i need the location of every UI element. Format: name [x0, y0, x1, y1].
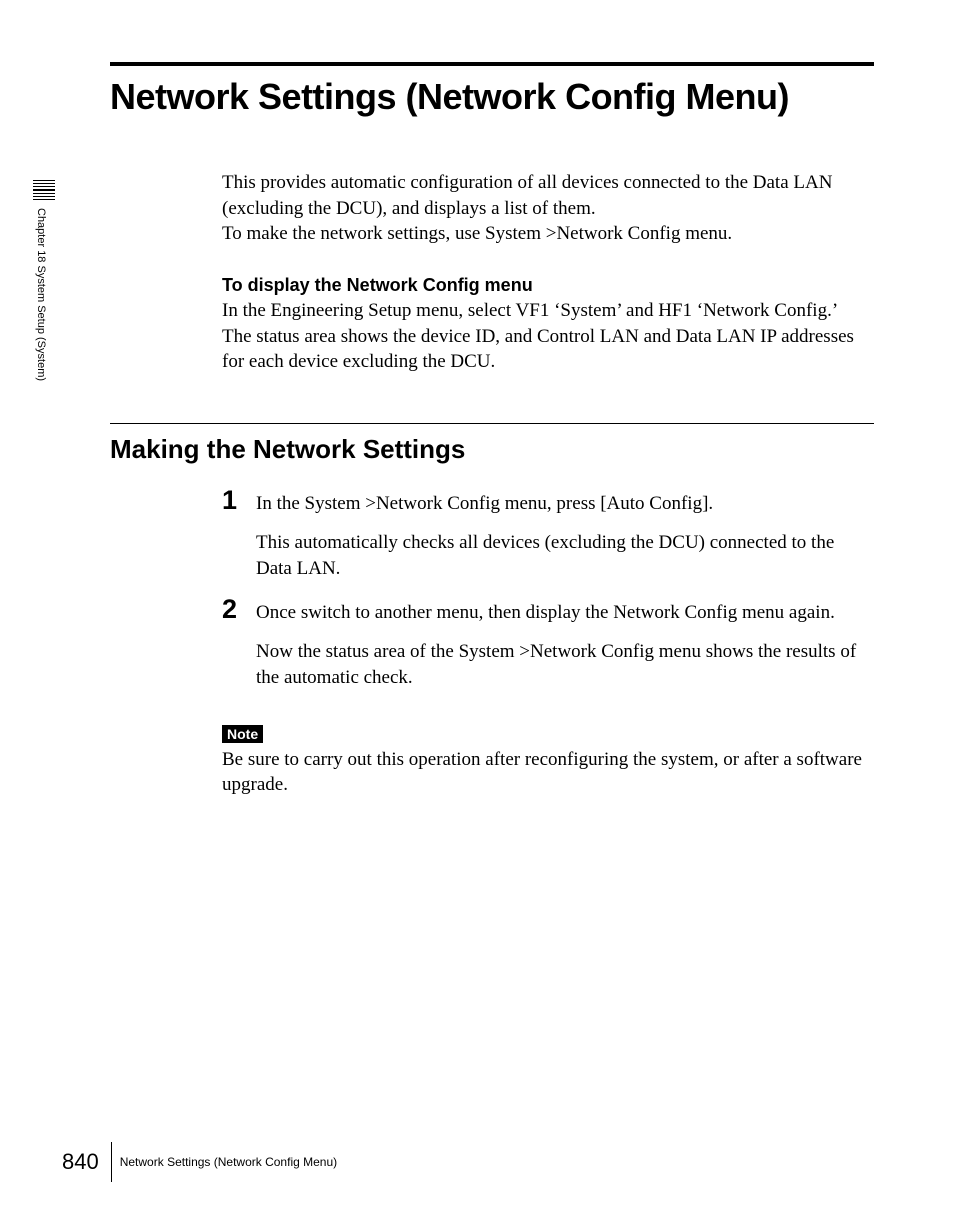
step-number-2: 2	[222, 596, 256, 623]
step-1-subtext: This automatically checks all devices (e…	[256, 530, 874, 581]
chapter-label: Chapter 18 System Setup (System)	[35, 208, 47, 381]
tab-marker-lines	[30, 180, 58, 200]
note-label: Note	[222, 725, 263, 743]
footer-section-title: Network Settings (Network Config Menu)	[120, 1155, 337, 1169]
section-title: Making the Network Settings	[110, 434, 874, 465]
step-item-2: 2 Once switch to another menu, then disp…	[222, 596, 874, 691]
intro-paragraph-2: To make the network settings, use System…	[222, 221, 874, 247]
page-title: Network Settings (Network Config Menu)	[110, 76, 874, 118]
step-1-text: In the System >Network Config menu, pres…	[256, 491, 874, 517]
note-text: Be sure to carry out this operation afte…	[222, 747, 874, 798]
step-2-subtext: Now the status area of the System >Netwo…	[256, 639, 874, 690]
display-paragraph-2: The status area shows the device ID, and…	[222, 324, 874, 375]
title-rule	[110, 62, 874, 66]
chapter-tab: Chapter 18 System Setup (System)	[30, 180, 58, 381]
intro-paragraph-1: This provides automatic configuration of…	[222, 170, 874, 221]
section-rule	[110, 423, 874, 424]
display-subheading: To display the Network Config menu	[222, 275, 874, 296]
step-content-1: In the System >Network Config menu, pres…	[256, 487, 874, 582]
step-2-text: Once switch to another menu, then displa…	[256, 600, 874, 626]
footer-divider	[111, 1142, 112, 1182]
step-list: 1 In the System >Network Config menu, pr…	[222, 487, 874, 691]
step-number-1: 1	[222, 487, 256, 514]
step-item-1: 1 In the System >Network Config menu, pr…	[222, 487, 874, 582]
display-paragraph-1: In the Engineering Setup menu, select VF…	[222, 298, 874, 324]
page-number: 840	[62, 1149, 109, 1175]
page-footer: 840 Network Settings (Network Config Men…	[62, 1142, 337, 1182]
step-content-2: Once switch to another menu, then displa…	[256, 596, 874, 691]
